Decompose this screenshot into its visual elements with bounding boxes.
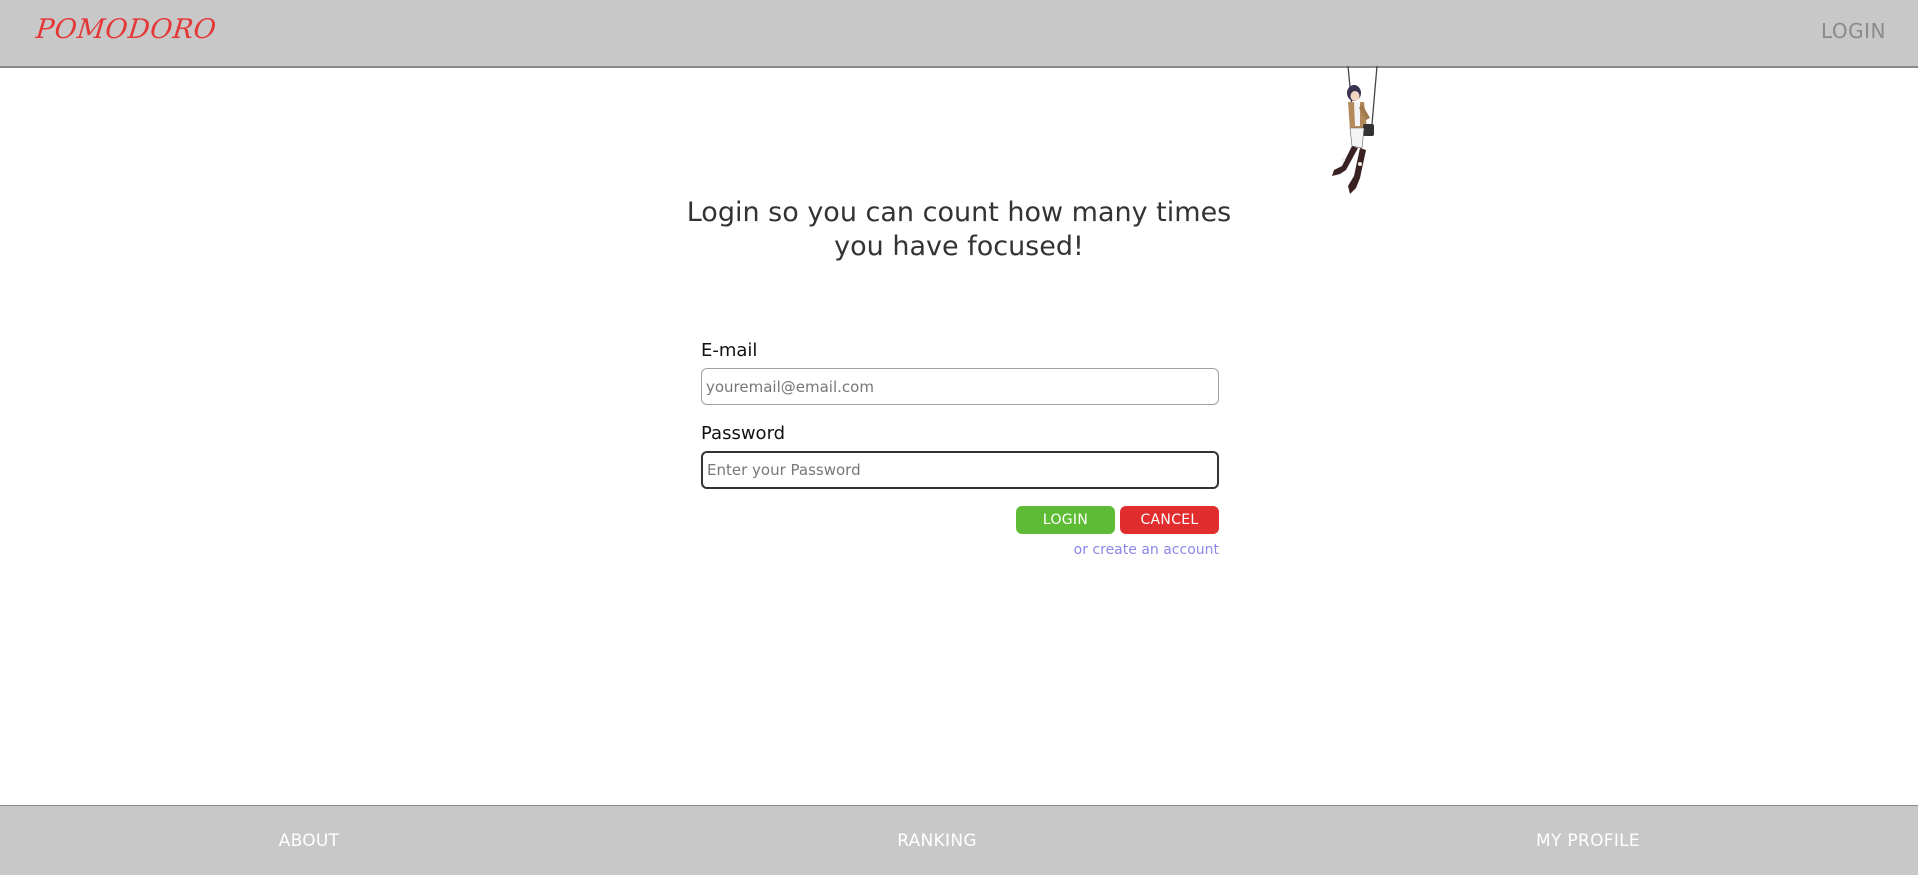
nav-login-link[interactable]: LOGIN bbox=[1821, 19, 1886, 43]
password-label: Password bbox=[701, 423, 786, 444]
footer-nav-bar: ABOUT RANKING MY PROFILE bbox=[0, 805, 1918, 875]
page-title: Login so you can count how many times yo… bbox=[686, 197, 1232, 262]
email-field-group: E-mail bbox=[701, 340, 1219, 405]
hanging-character-illustration bbox=[1310, 65, 1400, 196]
footer-ranking-link[interactable]: RANKING bbox=[897, 831, 977, 851]
page: POMODORO LOGIN Login so you can count ho… bbox=[0, 0, 1918, 875]
login-form: E-mail Password LOGIN CANCEL or create a… bbox=[701, 340, 1219, 558]
footer-about-link[interactable]: ABOUT bbox=[279, 831, 340, 851]
top-nav-bar: POMODORO LOGIN bbox=[0, 0, 1918, 68]
password-input[interactable] bbox=[701, 451, 1219, 489]
login-button[interactable]: LOGIN bbox=[1016, 506, 1115, 534]
create-account-link[interactable]: or create an account bbox=[1074, 542, 1219, 558]
brand-logo[interactable]: POMODORO bbox=[34, 14, 218, 45]
email-input[interactable] bbox=[701, 368, 1219, 405]
cancel-button[interactable]: CANCEL bbox=[1120, 506, 1219, 534]
password-field-group: Password bbox=[701, 423, 1219, 489]
footer-my-profile-link[interactable]: MY PROFILE bbox=[1536, 831, 1640, 851]
email-label: E-mail bbox=[701, 340, 758, 361]
form-actions: LOGIN CANCEL or create an account bbox=[701, 506, 1219, 558]
